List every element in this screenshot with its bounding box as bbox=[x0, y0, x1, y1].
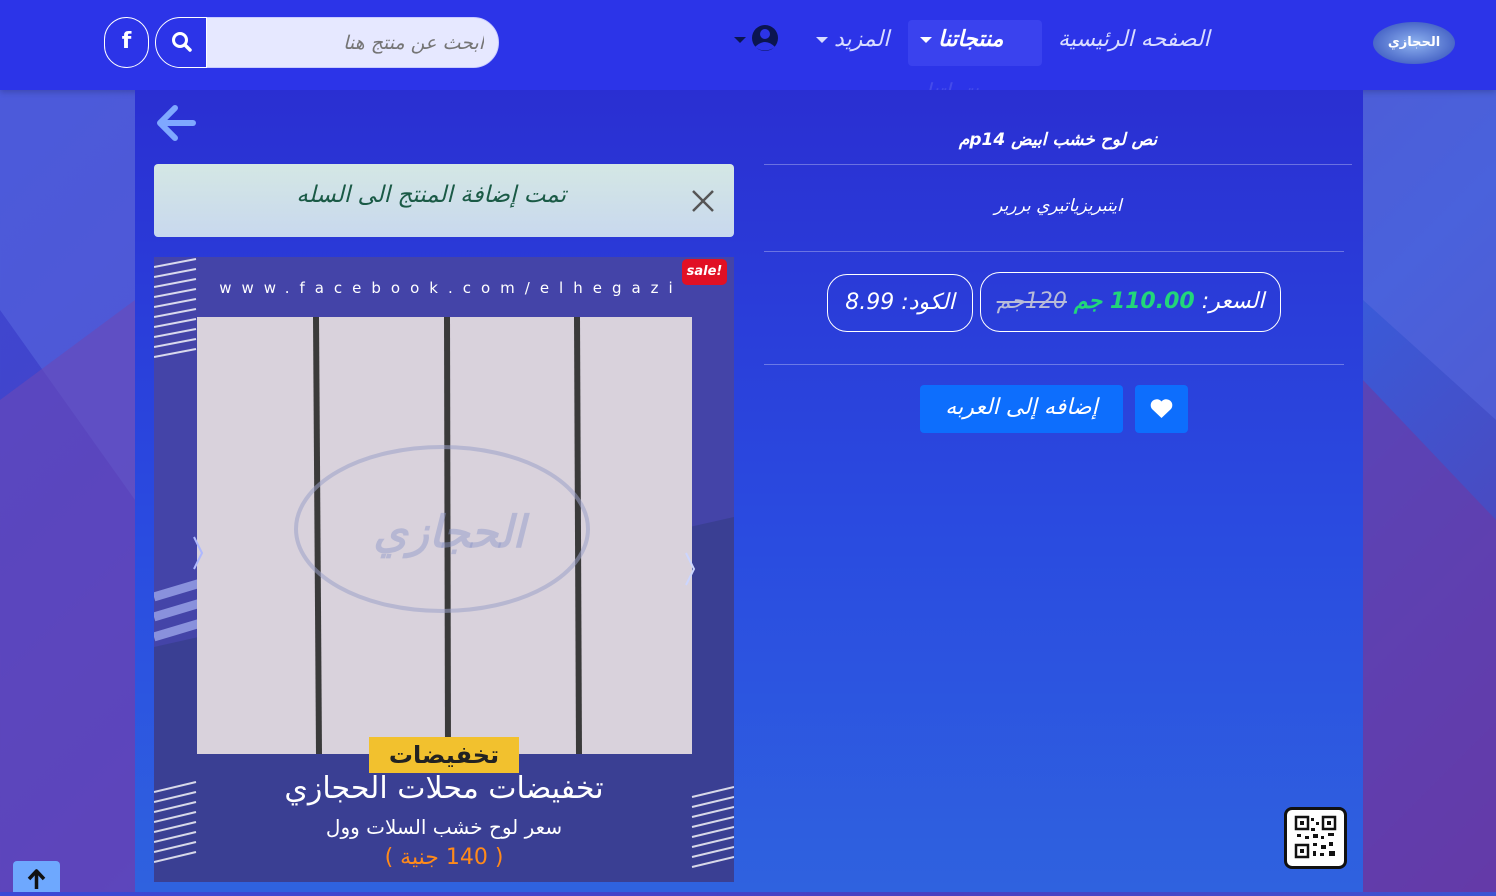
site-logo[interactable]: الحجازي bbox=[1373, 22, 1455, 64]
user-circle-icon bbox=[734, 25, 778, 51]
image-url-text: www.facebook.com/elhegazi bbox=[219, 279, 683, 297]
back-to-top-button[interactable] bbox=[13, 861, 60, 892]
image-price-note: ( 140 جنية ) bbox=[384, 845, 504, 870]
nav-home-link[interactable]: الصفحه الرئيسية bbox=[1058, 20, 1210, 66]
divider bbox=[764, 251, 1344, 252]
facebook-icon: f bbox=[121, 29, 132, 54]
nav-products-label: منتجاتنا bbox=[938, 27, 1004, 52]
search-button[interactable] bbox=[155, 17, 207, 68]
chevron-down-icon bbox=[816, 37, 828, 43]
heart-icon bbox=[1150, 399, 1173, 418]
nav-more-label: المزيد bbox=[834, 27, 890, 52]
code-box: الكود: 8.99 bbox=[827, 274, 973, 332]
price-label: السعر: bbox=[1201, 289, 1265, 314]
qr-code-button[interactable] bbox=[1284, 807, 1347, 869]
arrow-up-icon bbox=[27, 869, 46, 889]
qr-code-icon bbox=[1294, 815, 1337, 859]
search-icon bbox=[172, 32, 192, 52]
divider bbox=[764, 364, 1344, 365]
image-subline: سعر لوح خشب السلات وول bbox=[325, 815, 563, 839]
wishlist-button[interactable] bbox=[1135, 385, 1188, 433]
facebook-button[interactable]: f bbox=[104, 17, 149, 68]
back-arrow-icon bbox=[157, 105, 196, 141]
close-icon bbox=[692, 190, 714, 212]
nav-products-dropdown[interactable]: منتجاتنا bbox=[908, 20, 1042, 66]
nav-more-dropdown[interactable]: المزيد bbox=[816, 20, 889, 66]
add-to-cart-button[interactable]: إضافه إلى العربه bbox=[920, 385, 1123, 433]
price-box: السعر: 110.00 جم 120جم bbox=[980, 272, 1281, 332]
success-alert: تمت إضافة المنتج الى السله bbox=[154, 164, 734, 237]
sale-badge: sale! bbox=[682, 259, 727, 285]
price-old: 120جم bbox=[996, 289, 1067, 314]
image-tag: تخفيضات bbox=[388, 741, 500, 769]
image-headline: تخفيضات محلات الحجازي bbox=[284, 771, 604, 806]
code-label: الكود: bbox=[901, 290, 955, 315]
user-menu-dropdown[interactable] bbox=[733, 22, 781, 54]
product-image-carousel[interactable]: الحجازي www.facebook.com/elhegazi تخفيضا… bbox=[154, 257, 734, 882]
image-watermark: الحجازي bbox=[373, 507, 525, 558]
back-button[interactable] bbox=[155, 103, 197, 143]
product-title: نص لوح خشب ابيض p14م bbox=[958, 130, 1158, 150]
code-value: 8.99 bbox=[845, 290, 895, 315]
product-description: ايتبريزياتيري بررير bbox=[994, 196, 1122, 216]
alert-close-button[interactable] bbox=[690, 188, 716, 214]
search-field bbox=[206, 17, 499, 68]
search-input[interactable] bbox=[207, 18, 498, 67]
price-new: 110.00 جم bbox=[1073, 289, 1195, 314]
divider bbox=[764, 164, 1352, 165]
navbar: الحجازي الصفحه الرئيسية منتجاتنا المزيد … bbox=[0, 0, 1496, 90]
chevron-down-icon bbox=[920, 37, 932, 43]
alert-message: تمت إضافة المنتج الى السله bbox=[296, 182, 566, 208]
